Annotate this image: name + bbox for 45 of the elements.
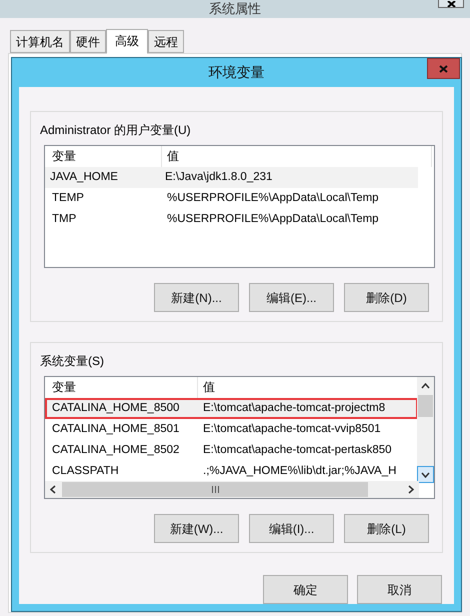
variable-row[interactable]: CLASSPATH .;%JAVA_HOME%\lib\dt.jar;%JAVA_H [45,461,418,482]
variable-name: CATALINA_HOME_8501 [51,422,180,437]
dialog-button[interactable]: 新建(W)... [154,514,239,543]
variable-name: TMP [51,212,78,227]
grip-icon [210,486,220,493]
variable-value: E:\tomcat\apache-tomcat-pertask850 [202,442,393,458]
variable-value: .;%JAVA_HOME%\lib\dt.jar;%JAVA_H [202,464,398,479]
close-icon [439,64,448,72]
down-arrow-button[interactable] [417,466,434,483]
variable-row[interactable]: CATALINA_HOME_8501 E:\tomcat\apache-tomcat-vvip8501 [45,419,418,440]
variable-value: E:\tomcat\apache-tomcat-vvip8501 [202,422,382,437]
tab[interactable]: 计算机名 [10,30,70,53]
variable-name: TEMP [51,190,85,206]
variable-value: E:\tomcat\apache-tomcat-projectm8 [202,400,386,416]
tab[interactable]: 远程 [148,30,184,53]
dialog-button[interactable]: 删除(L) [344,514,429,543]
variable-name: JAVA_HOME [49,170,119,185]
vertical-scrollbar[interactable] [417,377,434,483]
group-title: 系统变量(S) [40,353,105,370]
dialog-button[interactable]: 编辑(E)... [249,283,334,312]
variable-row[interactable]: JAVA_HOME E:\Java\jdk1.8.0_231 [45,167,418,188]
variable-row[interactable]: CATALINA_HOME_8502 E:\tomcat\apache-tomcat-pertask850 [45,440,418,461]
dialog-button[interactable]: 取消 [357,575,442,604]
dialog-button[interactable]: 删除(D) [344,283,429,312]
dialog-button[interactable]: 确定 [263,575,348,604]
close-icon [446,1,456,7]
window-title: 系统属性 [209,0,261,18]
variable-value: %USERPROFILE%\AppData\Local\Temp [166,212,380,227]
scrollbar-thumb[interactable] [62,482,368,497]
scrollbar-thumb[interactable] [418,395,433,417]
group-title: Administrator 的用户变量(U) [40,122,192,139]
variable-row[interactable]: TMP %USERPROFILE%\AppData\Local\Temp [45,209,418,230]
variable-name: CLASSPATH [51,464,120,479]
dialog-title: 环境变量 [208,63,264,82]
tab[interactable]: 硬件 [70,30,106,53]
variable-name: CATALINA_HOME_8502 [51,442,180,458]
variable-row[interactable]: CATALINA_HOME_8500 E:\tomcat\apache-tomcat-projectm8 [45,398,418,419]
dialog-button[interactable]: 编辑(I)... [249,514,334,543]
variable-value: %USERPROFILE%\AppData\Local\Temp [166,190,380,206]
horizontal-scrollbar[interactable] [45,481,419,498]
variable-row[interactable]: TEMP %USERPROFILE%\AppData\Local\Temp [45,188,418,209]
variable-name: CATALINA_HOME_8500 [51,400,180,416]
tab[interactable]: 高级 [106,29,148,54]
variable-value: E:\Java\jdk1.8.0_231 [164,170,274,185]
dialog-button[interactable]: 新建(N)... [154,283,239,312]
